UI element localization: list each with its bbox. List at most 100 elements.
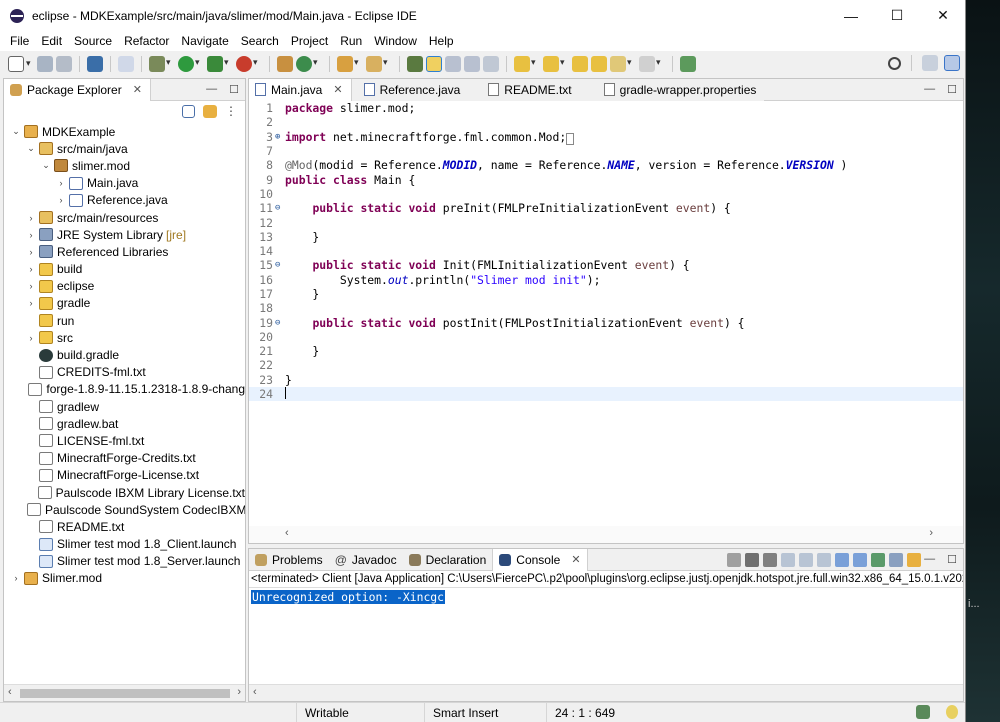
editor-hscrollbar[interactable]: ‹ ›: [249, 526, 963, 543]
tree-item[interactable]: LICENSE-fml.txt: [4, 432, 245, 449]
tree-item[interactable]: ⌄ slimer.mod: [4, 157, 245, 174]
external-tools-icon[interactable]: [236, 56, 258, 72]
pin-editor-icon[interactable]: [680, 56, 696, 72]
tree-item[interactable]: › Main.java: [4, 175, 245, 192]
tab-gradle-wrapper-properties[interactable]: gradle-wrapper.properties: [579, 78, 765, 101]
word-wrap-icon[interactable]: [445, 56, 461, 72]
save-icon[interactable]: [37, 56, 53, 72]
open-console-icon[interactable]: [907, 553, 921, 567]
open-task-icon[interactable]: [366, 56, 388, 72]
menu-navigate[interactable]: Navigate: [175, 34, 234, 48]
skip-breakpoints-icon[interactable]: [118, 56, 134, 72]
close-view-icon[interactable]: ✕: [133, 83, 142, 96]
fold-toggle-icon[interactable]: ⊕: [275, 132, 285, 142]
fold-toggle-icon[interactable]: ⊖: [275, 318, 285, 328]
forward-edit-icon[interactable]: [591, 56, 607, 72]
tree-item[interactable]: gradlew.bat: [4, 415, 245, 432]
code-line[interactable]: 15 ⊖ public static void Init(FMLInitializ…: [249, 258, 963, 272]
minimize-view-icon[interactable]: —: [206, 83, 217, 96]
menu-project[interactable]: Project: [285, 34, 334, 48]
maximize-button[interactable]: ☐: [874, 0, 920, 31]
code-line[interactable]: 8 @Mod(modid = Reference.MODID, name = Re…: [249, 158, 963, 172]
scroll-right-icon[interactable]: ›: [929, 527, 933, 539]
tab-console[interactable]: Console ✕: [492, 548, 588, 571]
new-java-project-icon[interactable]: [277, 56, 293, 72]
code-line[interactable]: 9 public class Main {: [249, 172, 963, 187]
minimize-editor-icon[interactable]: —: [924, 83, 935, 96]
tree-item[interactable]: forge-1.8.9-11.15.1.2318-1.8.9-chang: [4, 381, 245, 398]
tree-item[interactable]: Paulscode SoundSystem CodecIBXM: [4, 501, 245, 518]
tree-item[interactable]: › Reference.java: [4, 192, 245, 209]
quick-access-search-icon[interactable]: [888, 56, 901, 70]
code-line[interactable]: 18: [249, 301, 963, 315]
show-whitespace-icon[interactable]: [483, 56, 499, 72]
tree-item[interactable]: build.gradle: [4, 346, 245, 363]
mark-occurrences-icon[interactable]: [426, 56, 442, 72]
tab-package-explorer[interactable]: Package Explorer ✕: [4, 78, 151, 101]
scroll-left-icon[interactable]: ‹: [8, 686, 12, 698]
code-line[interactable]: 24: [249, 386, 963, 402]
code-line[interactable]: 3 ⊕ import net.minecraftforge.fml.common.M…: [249, 130, 963, 145]
menu-edit[interactable]: Edit: [35, 34, 68, 48]
terminate-icon[interactable]: [727, 553, 741, 567]
tree-item[interactable]: › eclipse: [4, 278, 245, 295]
maximize-console-icon[interactable]: ☐: [947, 553, 957, 566]
display-selected-console-icon[interactable]: [889, 553, 903, 567]
console-view-icon[interactable]: [87, 56, 103, 72]
new-icon[interactable]: [8, 56, 31, 72]
show-on-stderr-icon[interactable]: [853, 553, 867, 567]
scroll-right-icon[interactable]: ›: [237, 686, 241, 698]
console-output-line[interactable]: Unrecognized option: -Xincgc: [251, 590, 446, 604]
coverage-icon[interactable]: [207, 56, 229, 72]
scroll-left-icon[interactable]: ‹: [285, 527, 289, 539]
tab-javadoc[interactable]: @ Javadoc: [329, 549, 403, 571]
expanded-arrow-icon[interactable]: ⌄: [40, 160, 52, 171]
console-hscrollbar[interactable]: ‹: [249, 684, 963, 701]
last-edit-location-icon[interactable]: [572, 56, 588, 72]
code-line[interactable]: 1 package slimer.mod;: [249, 101, 963, 115]
link-with-editor-icon[interactable]: [203, 104, 217, 118]
menu-refactor[interactable]: Refactor: [118, 34, 175, 48]
tree-item[interactable]: CREDITS-fml.txt: [4, 364, 245, 381]
tree-item[interactable]: › src/main/resources: [4, 209, 245, 226]
tree-item[interactable]: › JRE System Library [jre]: [4, 226, 245, 243]
word-wrap-icon[interactable]: [817, 553, 831, 567]
close-tab-icon[interactable]: ✕: [571, 553, 580, 566]
code-area[interactable]: 1 package slimer.mod; 2 3 ⊕ import net.minecr…: [249, 101, 963, 526]
tip-of-the-day-icon[interactable]: [946, 705, 958, 719]
tree-item[interactable]: README.txt: [4, 518, 245, 535]
tab-declaration[interactable]: Declaration: [403, 549, 493, 571]
code-line[interactable]: 13 }: [249, 230, 963, 244]
scroll-left-icon[interactable]: ‹: [253, 686, 257, 698]
tree-item[interactable]: run: [4, 312, 245, 329]
minimize-console-icon[interactable]: —: [924, 553, 935, 566]
collapsed-arrow-icon[interactable]: ›: [25, 264, 37, 274]
collapsed-arrow-icon[interactable]: ›: [25, 281, 37, 291]
java-perspective-icon[interactable]: [944, 55, 960, 71]
collapsed-arrow-icon[interactable]: ›: [25, 247, 37, 257]
new-class-icon[interactable]: [296, 56, 318, 72]
previous-annotation-icon[interactable]: [543, 56, 565, 72]
code-line[interactable]: 2: [249, 115, 963, 129]
tree-item[interactable]: gradlew: [4, 398, 245, 415]
code-line[interactable]: 14: [249, 244, 963, 258]
code-line[interactable]: 23}: [249, 373, 963, 387]
block-selection-icon[interactable]: [464, 56, 480, 72]
remove-launch-icon[interactable]: [745, 553, 759, 567]
menu-help[interactable]: Help: [423, 34, 460, 48]
menu-file[interactable]: File: [4, 34, 35, 48]
fold-toggle-icon[interactable]: ⊖: [275, 203, 285, 213]
tree-item[interactable]: › Referenced Libraries: [4, 243, 245, 260]
remove-all-terminated-icon[interactable]: [763, 553, 777, 567]
scroll-lock-icon[interactable]: [799, 553, 813, 567]
open-type-icon[interactable]: [337, 56, 359, 72]
code-line[interactable]: 19 ⊖ public static void postInit(FMLPostI…: [249, 315, 963, 330]
show-on-stdout-icon[interactable]: [835, 553, 849, 567]
menu-window[interactable]: Window: [368, 34, 423, 48]
back-icon[interactable]: [610, 56, 632, 72]
code-line[interactable]: 16 System.out.println("Slimer mod init")…: [249, 273, 963, 287]
code-line[interactable]: 11 ⊖ public static void preInit(FMLPreIni…: [249, 201, 963, 215]
clear-console-icon[interactable]: [781, 553, 795, 567]
minimize-button[interactable]: —: [828, 0, 874, 31]
collapsed-arrow-icon[interactable]: ›: [55, 178, 67, 188]
